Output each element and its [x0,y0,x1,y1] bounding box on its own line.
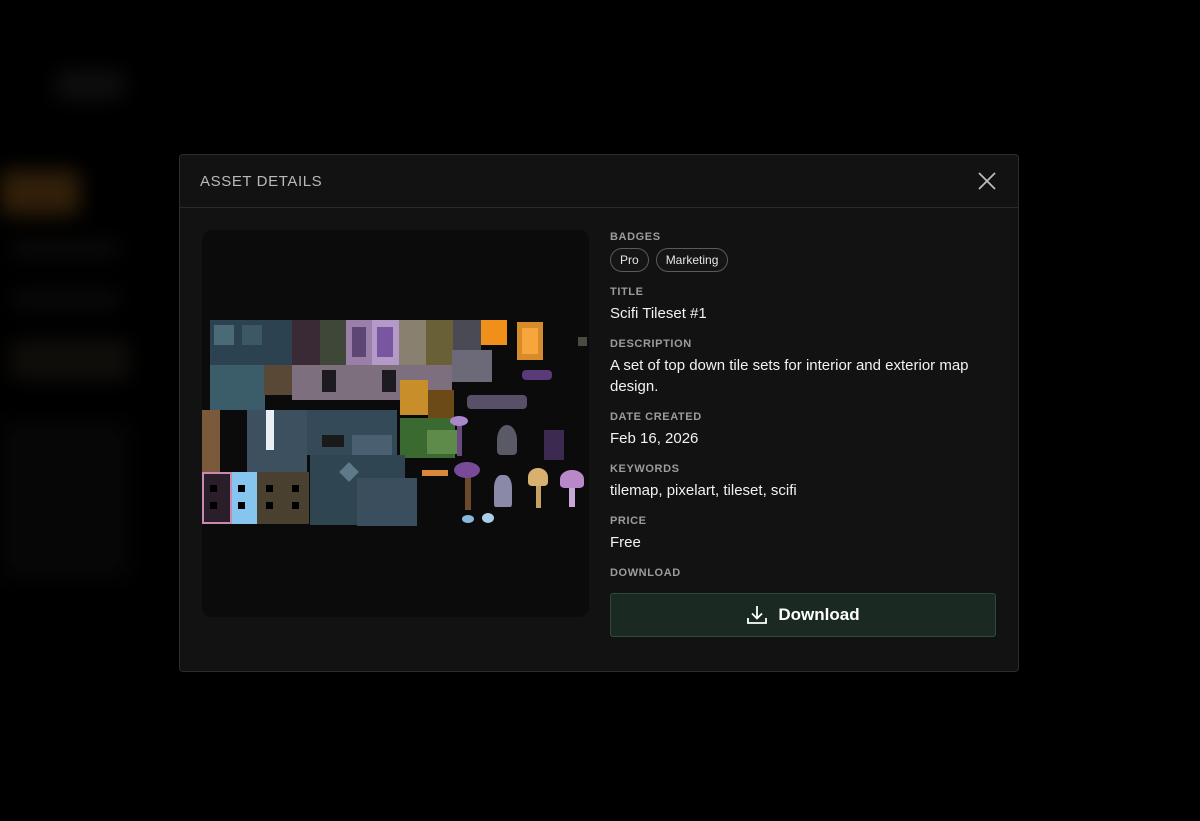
price-field: PRICE Free [610,515,998,553]
download-label: DOWNLOAD [610,567,681,579]
date-label: DATE CREATED [610,411,702,423]
download-icon [747,606,768,624]
badge-marketing: Marketing [655,248,729,272]
badge-list: Pro Marketing [610,248,998,272]
close-icon [978,172,996,190]
asset-description: A set of top down tile sets for interior… [610,357,969,395]
asset-details-modal: ASSET DETAILS BADGES Pro Marketing TITLE… [179,154,1019,672]
modal-header: ASSET DETAILS [180,155,1018,208]
title-label: TITLE [610,286,644,298]
badges-label: BADGES [610,231,661,243]
keywords-field: KEYWORDS tilemap, pixelart, tileset, sci… [610,463,998,501]
date-field: DATE CREATED Feb 16, 2026 [610,411,998,449]
price-label: PRICE [610,515,647,527]
background-sidebar-blurred [0,0,180,821]
asset-preview-image [202,230,589,617]
asset-date: Feb 16, 2026 [610,430,699,447]
description-field: DESCRIPTION A set of top down tile sets … [610,338,998,397]
asset-details-panel: BADGES Pro Marketing TITLE Scifi Tileset… [610,231,998,637]
download-field: DOWNLOAD Download [610,567,998,637]
keywords-label: KEYWORDS [610,463,680,475]
asset-price: Free [610,534,641,551]
close-button[interactable] [974,168,1000,194]
description-label: DESCRIPTION [610,338,692,350]
badges-field: BADGES Pro Marketing [610,231,998,272]
asset-keywords: tilemap, pixelart, tileset, scifi [610,482,797,499]
modal-body: BADGES Pro Marketing TITLE Scifi Tileset… [180,208,1018,671]
modal-title: ASSET DETAILS [200,172,323,190]
asset-title: Scifi Tileset #1 [610,305,707,322]
download-button-label: Download [778,605,860,624]
badge-pro: Pro [610,248,649,272]
download-button[interactable]: Download [610,593,996,637]
title-field: TITLE Scifi Tileset #1 [610,286,998,324]
